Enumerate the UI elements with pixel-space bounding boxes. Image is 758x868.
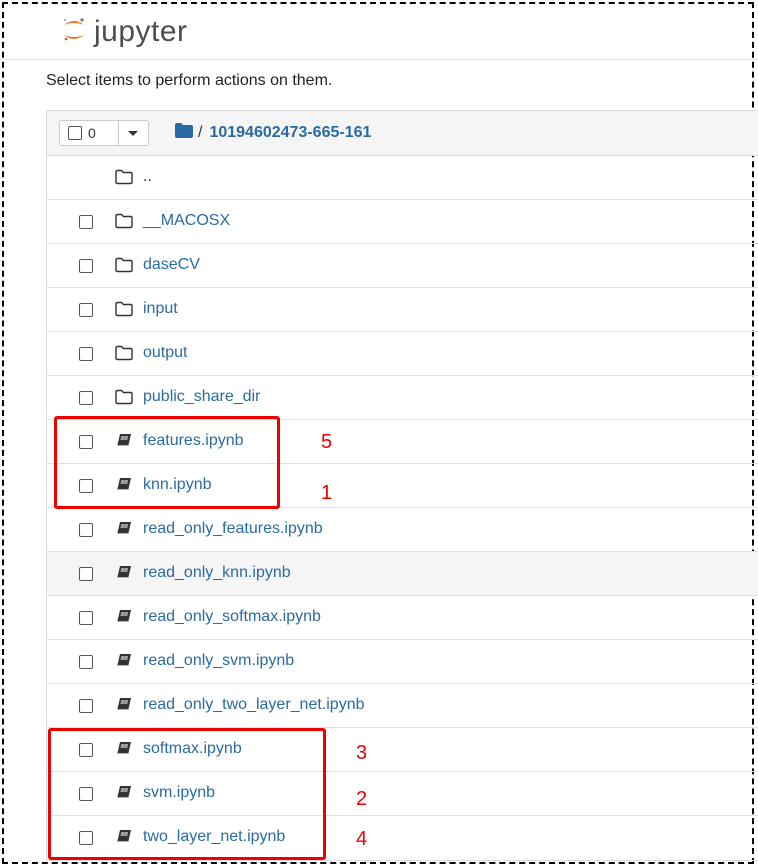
file-row[interactable]: read_only_two_layer_net.ipynb bbox=[47, 684, 758, 728]
breadcrumb: / 10194602473-665-161 bbox=[175, 123, 371, 143]
notebook-icon bbox=[115, 521, 133, 537]
file-name-link[interactable]: read_only_knn.ipynb bbox=[143, 564, 291, 582]
annotation-number-knn: 1 bbox=[321, 482, 333, 504]
caret-down-icon[interactable] bbox=[128, 131, 138, 136]
file-name-link[interactable]: public_share_dir bbox=[143, 388, 260, 406]
row-checkbox[interactable] bbox=[79, 215, 93, 229]
folder-icon bbox=[115, 301, 133, 317]
file-row[interactable]: daseCV bbox=[47, 244, 758, 288]
folder-icon bbox=[115, 257, 133, 273]
file-name-link[interactable]: read_only_softmax.ipynb bbox=[143, 608, 321, 626]
file-list-header: 0 / 10194602473-665-161 bbox=[47, 111, 758, 156]
file-row[interactable]: input bbox=[47, 288, 758, 332]
row-checkbox[interactable] bbox=[79, 523, 93, 537]
folder-icon bbox=[115, 213, 133, 229]
instructions-text: Select items to perform actions on them. bbox=[46, 72, 333, 89]
select-all-dropdown[interactable]: 0 bbox=[59, 120, 149, 146]
selector-divider bbox=[118, 121, 119, 145]
file-row[interactable]: output bbox=[47, 332, 758, 376]
file-row[interactable]: read_only_knn.ipynb bbox=[47, 552, 758, 596]
header-divider bbox=[0, 59, 758, 60]
annotation-number-softmax: 3 bbox=[356, 742, 368, 764]
notebook-icon bbox=[115, 609, 133, 625]
jupyter-logo-icon[interactable] bbox=[62, 17, 86, 48]
row-checkbox[interactable] bbox=[79, 567, 93, 581]
notebook-icon bbox=[115, 565, 133, 581]
file-name-link[interactable]: read_only_svm.ipynb bbox=[143, 652, 294, 670]
notebook-icon bbox=[115, 653, 133, 669]
file-name-link[interactable]: __MACOSX bbox=[143, 212, 230, 230]
row-checkbox[interactable] bbox=[79, 611, 93, 625]
jupyter-logo-text[interactable]: jupyter bbox=[94, 17, 188, 47]
select-all-checkbox[interactable] bbox=[68, 126, 82, 140]
annotation-number-svm: 2 bbox=[356, 788, 368, 810]
annotation-number-features: 5 bbox=[321, 431, 333, 453]
file-name-link[interactable]: .. bbox=[143, 168, 152, 186]
file-row[interactable]: .. bbox=[47, 156, 758, 200]
folder-icon bbox=[115, 345, 133, 361]
jupyter-header: jupyter bbox=[62, 12, 188, 52]
row-checkbox[interactable] bbox=[79, 259, 93, 273]
row-checkbox[interactable] bbox=[79, 391, 93, 405]
file-row[interactable]: read_only_svm.ipynb bbox=[47, 640, 758, 684]
file-row[interactable]: read_only_softmax.ipynb bbox=[47, 596, 758, 640]
annotation-box-softmax-svm-twolayer bbox=[48, 728, 326, 860]
file-name-link[interactable]: read_only_two_layer_net.ipynb bbox=[143, 696, 364, 714]
folder-filled-icon[interactable] bbox=[175, 123, 193, 143]
row-checkbox[interactable] bbox=[79, 699, 93, 713]
folder-icon bbox=[115, 169, 133, 185]
notebook-icon bbox=[115, 697, 133, 713]
file-row[interactable]: public_share_dir bbox=[47, 376, 758, 420]
folder-icon bbox=[115, 389, 133, 405]
file-name-link[interactable]: daseCV bbox=[143, 256, 200, 274]
breadcrumb-current-dir[interactable]: 10194602473-665-161 bbox=[209, 124, 371, 142]
annotation-box-features-knn bbox=[54, 416, 280, 509]
breadcrumb-separator: / bbox=[198, 124, 203, 141]
row-checkbox[interactable] bbox=[79, 347, 93, 361]
file-name-link[interactable]: input bbox=[143, 300, 178, 318]
row-checkbox[interactable] bbox=[79, 655, 93, 669]
selected-count: 0 bbox=[88, 125, 96, 141]
file-name-link[interactable]: output bbox=[143, 344, 187, 362]
row-checkbox[interactable] bbox=[79, 303, 93, 317]
file-row[interactable]: read_only_features.ipynb bbox=[47, 508, 758, 552]
file-name-link[interactable]: read_only_features.ipynb bbox=[143, 520, 323, 538]
file-row[interactable]: __MACOSX bbox=[47, 200, 758, 244]
annotation-number-two-layer-net: 4 bbox=[356, 828, 368, 850]
